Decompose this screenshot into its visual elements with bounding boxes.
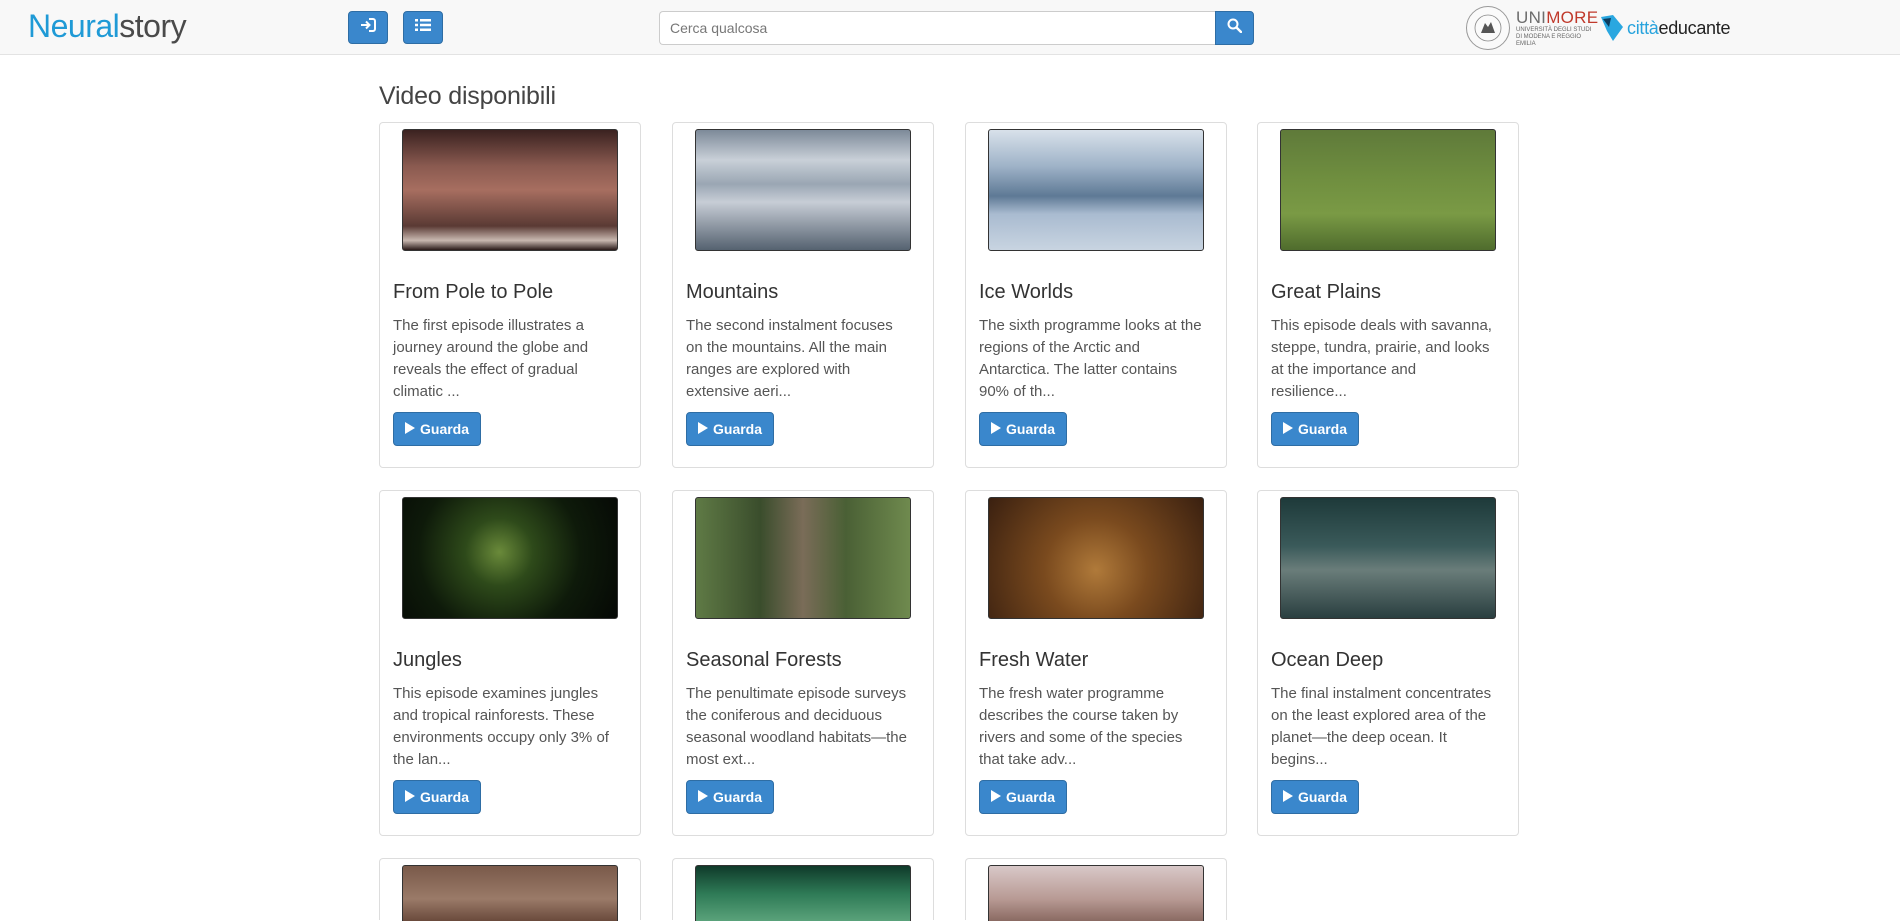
citta-name-b: educante [1658, 17, 1731, 38]
citta-educante-logo[interactable]: cittàeducante [1599, 6, 1730, 50]
video-thumbnail[interactable] [1280, 497, 1496, 619]
watch-label: Guarda [420, 421, 470, 437]
unimore-name-a: UNI [1516, 7, 1547, 27]
watch-label: Guarda [1298, 421, 1348, 437]
video-card: Jungles This episode examines jungles an… [379, 490, 641, 836]
video-card: Seasonal Forests The penultimate episode… [672, 490, 934, 836]
watch-button[interactable]: Guarda [686, 780, 775, 814]
video-thumbnail[interactable] [695, 865, 911, 921]
video-title: Great Plains [1271, 281, 1382, 303]
video-title: Fresh Water [979, 649, 1089, 671]
play-icon [991, 789, 1001, 805]
search-bar [659, 11, 1254, 45]
watch-label: Guarda [713, 421, 763, 437]
play-icon [1283, 421, 1293, 437]
video-title: Ocean Deep [1271, 649, 1384, 671]
video-thumbnail[interactable] [402, 865, 618, 921]
video-description: The penultimate episode surveys the coni… [686, 685, 907, 768]
play-icon [1283, 789, 1293, 805]
video-thumbnail[interactable] [1280, 129, 1496, 251]
video-card: From Pole to Pole The first episode illu… [379, 122, 641, 468]
watch-label: Guarda [1298, 789, 1348, 805]
watch-button[interactable]: Guarda [393, 412, 482, 446]
video-title: Seasonal Forests [686, 649, 842, 671]
watch-button[interactable]: Guarda [686, 412, 775, 446]
brand-part-2: story [119, 8, 187, 44]
video-thumbnail[interactable] [695, 497, 911, 619]
menu-button[interactable] [403, 11, 443, 44]
video-thumbnail[interactable] [402, 129, 618, 251]
video-card: Great Plains This episode deals with sav… [1257, 122, 1519, 468]
unimore-logo[interactable]: UNIMORE UNIVERSITÀ DEGLI STUDI DI MODENA… [1466, 6, 1598, 50]
watch-label: Guarda [713, 789, 763, 805]
search-button[interactable] [1215, 11, 1254, 45]
watch-label: Guarda [1006, 789, 1056, 805]
unimore-subtitle: UNIVERSITÀ DEGLI STUDI DI MODENA E REGGI… [1516, 26, 1592, 47]
video-title: Mountains [686, 281, 779, 303]
video-title: From Pole to Pole [393, 281, 554, 303]
video-thumbnail[interactable] [988, 497, 1204, 619]
video-title: Ice Worlds [979, 281, 1074, 303]
search-icon [1227, 18, 1243, 38]
play-icon [405, 421, 415, 437]
video-description: The first episode illustrates a journey … [393, 317, 589, 400]
video-description: The second instalment focuses on the mou… [686, 317, 893, 400]
citta-logo-icon [1599, 13, 1625, 43]
video-description: The sixth programme looks at the regions… [979, 317, 1202, 400]
video-card: Fresh Water The fresh water programme de… [965, 490, 1227, 836]
brand-logo[interactable]: Neuralstory [28, 6, 187, 46]
video-description: The fresh water programme describes the … [979, 685, 1183, 768]
video-title: Jungles [393, 649, 462, 671]
search-input[interactable] [659, 11, 1215, 45]
sign-in-icon [360, 18, 376, 37]
unimore-name-b: MORE [1546, 7, 1599, 27]
video-card [379, 858, 641, 921]
login-button[interactable] [348, 11, 388, 44]
video-description: This episode examines jungles and tropic… [393, 685, 609, 768]
unimore-seal-icon [1466, 6, 1510, 50]
watch-button[interactable]: Guarda [393, 780, 482, 814]
video-description: The final instalment concentrates on the… [1271, 685, 1492, 768]
watch-button[interactable]: Guarda [1271, 412, 1360, 446]
watch-button[interactable]: Guarda [979, 780, 1068, 814]
video-card: Ocean Deep The final instalment concentr… [1257, 490, 1519, 836]
video-card [672, 858, 934, 921]
brand-part-1: Neural [28, 8, 120, 44]
watch-label: Guarda [420, 789, 470, 805]
play-icon [405, 789, 415, 805]
video-card [965, 858, 1227, 921]
video-thumbnail[interactable] [402, 497, 618, 619]
video-thumbnail[interactable] [988, 865, 1204, 921]
watch-button[interactable]: Guarda [979, 412, 1068, 446]
navbar: Neuralstory Cerca qualcosa UNIMORE UNIVE… [0, 0, 1900, 55]
play-icon [991, 421, 1001, 437]
page-title: Video disponibili [379, 82, 556, 110]
video-card: Ice Worlds The sixth programme looks at … [965, 122, 1227, 468]
video-description: This episode deals with savanna, steppe,… [1271, 317, 1492, 400]
watch-button[interactable]: Guarda [1271, 780, 1360, 814]
play-icon [698, 421, 708, 437]
video-thumbnail[interactable] [695, 129, 911, 251]
watch-label: Guarda [1006, 421, 1056, 437]
list-icon [415, 18, 431, 37]
video-thumbnail[interactable] [988, 129, 1204, 251]
play-icon [698, 789, 708, 805]
citta-name-a: città [1627, 17, 1659, 38]
video-card: Mountains The second instalment focuses … [672, 122, 934, 468]
